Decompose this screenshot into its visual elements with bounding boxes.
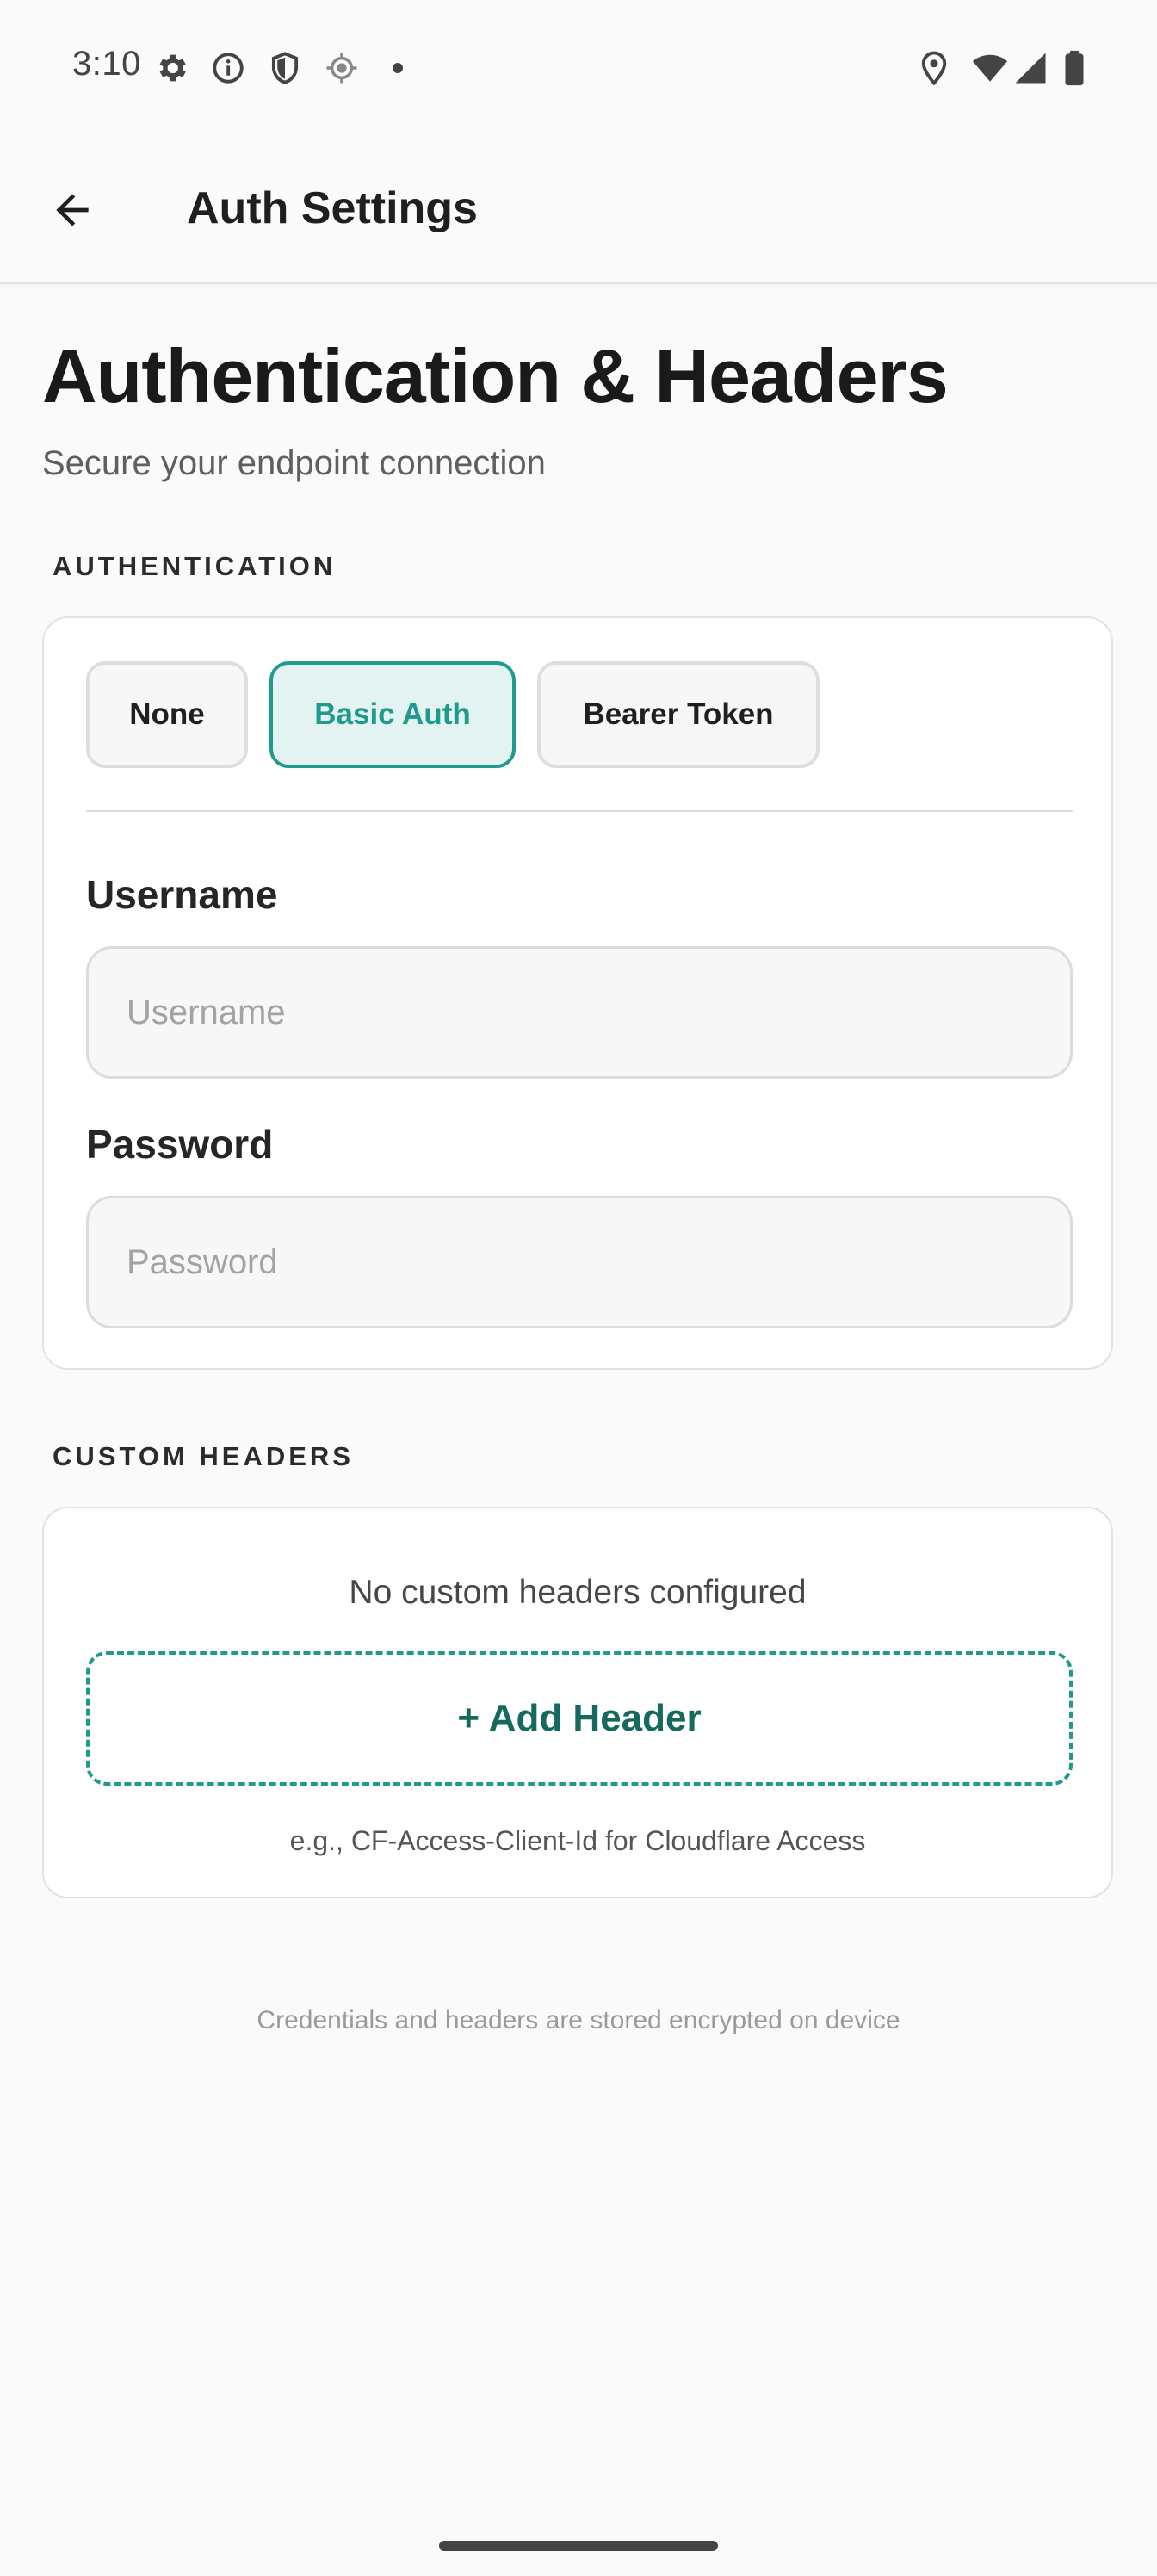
auth-option-none[interactable]: None — [86, 661, 248, 768]
arrow-left-icon — [56, 194, 89, 226]
dot-icon — [382, 50, 413, 86]
back-button[interactable] — [43, 181, 102, 239]
info-icon — [210, 50, 246, 86]
wifi-icon — [969, 50, 1011, 86]
headers-hint-text: e.g., CF-Access-Client-Id for Cloudflare… — [289, 1825, 866, 1856]
location-pin-icon — [916, 50, 952, 86]
password-label: Password — [86, 1122, 274, 1167]
footer-note: Credentials and headers are stored encry… — [257, 2006, 900, 2034]
status-time: 3:10 — [72, 45, 141, 83]
auth-option-basic-auth[interactable]: Basic Auth — [269, 661, 516, 768]
location-target-icon — [324, 50, 360, 86]
password-input[interactable] — [86, 1196, 1073, 1328]
auth-divider — [86, 810, 1073, 812]
gear-icon — [153, 50, 189, 86]
status-bar: 3:10 — [0, 0, 1157, 134]
empty-headers-text: No custom headers configured — [349, 1574, 807, 1611]
home-indicator[interactable] — [439, 2541, 718, 2551]
custom-headers-card: No custom headers configured + Add Heade… — [42, 1507, 1113, 1898]
cell-signal-icon — [1012, 50, 1049, 86]
username-input[interactable] — [86, 946, 1073, 1079]
authentication-card: None Basic Auth Bearer Token Username Pa… — [42, 616, 1113, 1370]
authentication-section-label: AUTHENTICATION — [53, 551, 337, 581]
shield-icon — [267, 50, 303, 86]
page-title: Authentication & Headers — [42, 333, 949, 418]
add-header-button[interactable]: + Add Header — [86, 1651, 1073, 1786]
username-label: Username — [86, 872, 278, 917]
auth-option-bearer-token[interactable]: Bearer Token — [537, 661, 820, 768]
app-bar-title: Auth Settings — [187, 183, 478, 233]
battery-icon — [1059, 50, 1090, 86]
app-bar: Auth Settings — [0, 134, 1157, 284]
custom-headers-section-label: CUSTOM HEADERS — [53, 1441, 354, 1471]
page-subtitle: Secure your endpoint connection — [42, 444, 546, 482]
